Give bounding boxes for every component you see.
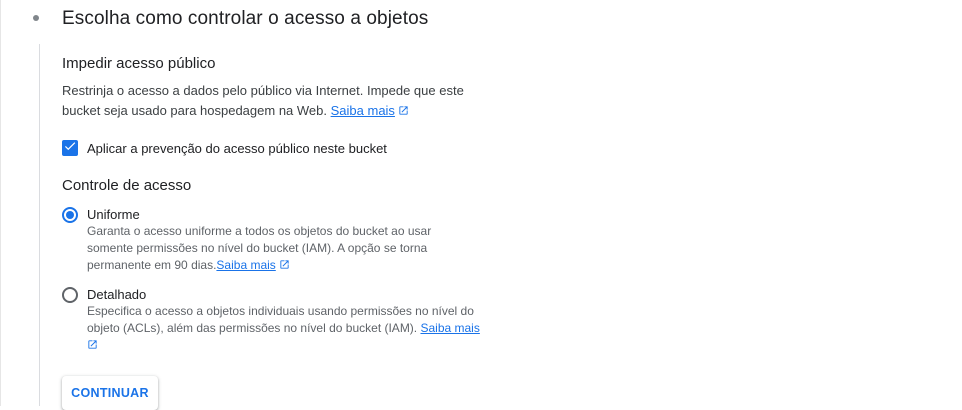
public-access-desc-line2: bucket seja usado para hospedagem na Web… xyxy=(62,103,327,118)
step-indicator-dot xyxy=(33,15,39,21)
public-access-prevention-option[interactable]: Aplicar a prevenção do acesso público ne… xyxy=(62,140,387,156)
public-access-desc-line1: Restrinja o acesso a dados pelo público … xyxy=(62,83,464,98)
detailed-desc-line2: objeto (ACLs), além das permissões no ní… xyxy=(87,321,418,335)
open-in-new-icon xyxy=(398,102,409,122)
uniform-desc-line2: somente permissões no nível do bucket (I… xyxy=(87,241,428,255)
detailed-description: Especifica o acesso a objetos individuai… xyxy=(87,303,482,355)
uniform-label: Uniforme xyxy=(87,207,140,222)
uniform-desc-line1: Garanta o acesso uniforme a todos os obj… xyxy=(87,224,432,238)
public-access-prevention-label: Aplicar a prevenção do acesso público ne… xyxy=(87,140,387,156)
open-in-new-icon[interactable] xyxy=(87,338,98,355)
detailed-label: Detalhado xyxy=(87,287,147,302)
detailed-radio-button[interactable] xyxy=(62,287,78,303)
public-access-description: Restrinja o acesso a dados pelo público … xyxy=(62,81,472,122)
public-access-heading: Impedir acesso público xyxy=(62,55,216,72)
check-icon xyxy=(63,139,77,158)
radio-option-uniform[interactable]: Uniforme xyxy=(62,207,140,223)
uniform-radio-button[interactable] xyxy=(62,207,78,223)
page-edge-divider xyxy=(0,0,1,406)
step-title: Escolha como controlar o acesso a objeto… xyxy=(62,8,429,29)
public-access-learn-more-link[interactable]: Saiba mais xyxy=(331,103,409,118)
public-access-prevention-checkbox[interactable] xyxy=(62,140,78,156)
continue-button[interactable]: CONTINUAR xyxy=(62,376,158,410)
detailed-desc-line1: Especifica o acesso a objetos individuai… xyxy=(87,304,474,318)
uniform-description: Garanta o acesso uniforme a todos os obj… xyxy=(87,223,482,275)
radio-option-detailed[interactable]: Detalhado xyxy=(62,287,146,303)
public-access-learn-more-label: Saiba mais xyxy=(330,103,395,118)
access-control-heading: Controle de acesso xyxy=(62,177,192,194)
detailed-learn-more-label: Saiba mais xyxy=(420,321,480,335)
step-connector-line xyxy=(39,44,40,406)
uniform-learn-more-link[interactable]: Saiba mais xyxy=(216,258,289,272)
detailed-learn-more-link[interactable]: Saiba mais xyxy=(420,321,479,335)
uniform-learn-more-label: Saiba mais xyxy=(216,258,276,272)
uniform-desc-line3: permanente em 90 dias. xyxy=(87,258,217,272)
open-in-new-icon xyxy=(279,258,290,275)
